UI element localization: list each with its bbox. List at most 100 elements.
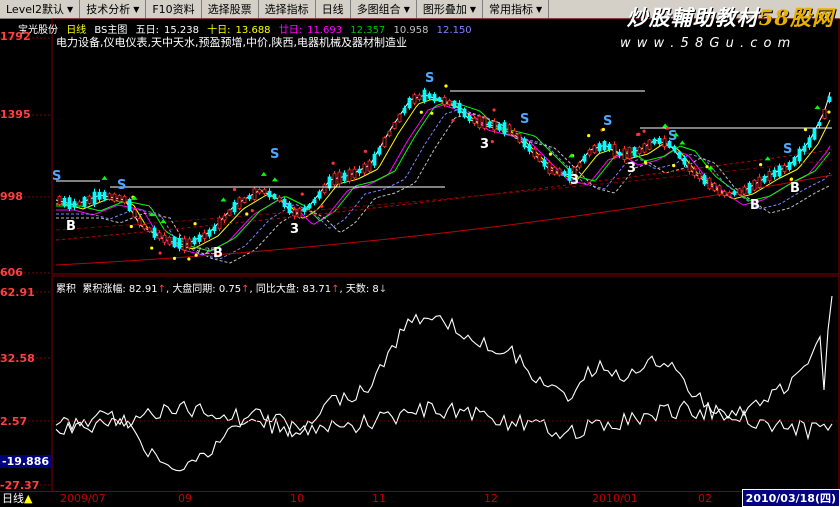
candle-body (172, 236, 177, 248)
gain-value: 82.91 (128, 284, 158, 295)
menu-item[interactable]: 选择指标 (259, 0, 316, 18)
signal-3-marker: 3 (480, 137, 489, 152)
signal-dot (320, 204, 324, 208)
candle-body (97, 191, 102, 200)
menu-item-label: Level2默认 (6, 3, 65, 16)
main-chart[interactable]: SSSSS SSSBBBB33337.25 (0, 18, 840, 507)
candle-body (227, 209, 232, 216)
candle-body (557, 168, 562, 176)
candle-body (322, 184, 327, 194)
watermark: 炒股輔助教材58股网 (627, 2, 834, 32)
sell-signal-marker: S (117, 178, 126, 193)
market-label: 大盘同期: (172, 284, 216, 295)
candle-body (497, 123, 502, 131)
candle-body (202, 232, 207, 239)
candle-body (422, 89, 427, 102)
menu-item[interactable]: Level2默认 ▼ (0, 0, 81, 18)
signal-dot (158, 251, 162, 255)
candle-body (782, 165, 787, 172)
candle-body (207, 229, 212, 237)
candle-body (737, 188, 742, 196)
menu-item[interactable]: F10资料 (146, 0, 202, 18)
candle-body (382, 137, 387, 148)
menu-item[interactable]: 多图组合 ▼ (351, 0, 417, 18)
current-date: 2010/03/18(四) (741, 489, 840, 507)
menu-item[interactable]: 常用指标 ▼ (483, 0, 550, 18)
sell-signal-marker: S (52, 169, 61, 184)
sell-signal-marker: S (270, 147, 279, 162)
candle-body (277, 196, 282, 202)
candle-body (367, 160, 372, 172)
signal-dot (803, 128, 808, 132)
candle-body (437, 97, 442, 102)
buy-signal-marker: B (790, 181, 800, 196)
chevron-down-icon: ▼ (133, 4, 140, 14)
moving-average-line (56, 100, 831, 252)
menu-item[interactable]: 日线 (316, 0, 351, 18)
signal-dot (492, 108, 496, 112)
menu-item[interactable]: 技术分析 ▼ (80, 0, 147, 18)
candle-body (797, 148, 802, 162)
candle-body (652, 138, 657, 144)
candle-body (127, 198, 132, 212)
buy-signal-marker: B (750, 198, 760, 213)
gain-label: 累积涨幅: (82, 284, 126, 295)
candle-body (222, 215, 227, 221)
sell-signal-marker: S (783, 142, 792, 157)
candle-body (822, 109, 827, 119)
time-label: 02 (698, 492, 712, 505)
up-arrow-marker (160, 218, 167, 223)
candle-body (602, 140, 607, 151)
candle-body (562, 171, 567, 176)
candle-body (777, 165, 782, 177)
candle-body (717, 185, 722, 196)
candle-body (752, 179, 757, 191)
candle-body (692, 168, 697, 176)
menu-item-label: 选择指标 (264, 3, 309, 16)
candle-body (162, 234, 167, 243)
menu-item[interactable]: 选择股票 (202, 0, 259, 18)
candle-body (392, 122, 397, 129)
ind-axis-3: 2.57 (0, 415, 28, 428)
candle-body (742, 186, 747, 195)
signal-3-marker: 3 (627, 161, 636, 176)
candle-body (237, 197, 242, 210)
candle-body (187, 238, 192, 249)
candle-body (432, 93, 437, 102)
indicator-title: 累积 (56, 284, 76, 295)
candle-body (732, 191, 737, 195)
signal-dot (548, 152, 553, 156)
candle-body (107, 193, 112, 200)
candle-body (182, 238, 187, 251)
signal-dot (490, 139, 494, 144)
candle-body (447, 100, 452, 106)
signal-dot (129, 224, 133, 229)
candle-body (177, 237, 182, 249)
candle-body (682, 157, 687, 165)
candle-body (622, 148, 627, 160)
candle-body (87, 195, 92, 204)
candle-body (342, 172, 347, 181)
candle-body (197, 234, 202, 242)
menu-item-label: 图形叠加 (422, 3, 467, 16)
days-label: 天数: (345, 284, 370, 295)
up-arrow-marker (220, 197, 227, 202)
candle-body (747, 182, 752, 194)
candle-body (532, 148, 537, 158)
signal-dot (150, 246, 154, 250)
period-indicator[interactable]: 日线▲ (2, 490, 32, 506)
candle-body (522, 138, 527, 148)
candle-body (112, 193, 117, 202)
price-panel-frame (51, 18, 840, 275)
candle-body (757, 176, 762, 188)
candle-body (397, 113, 402, 123)
chevron-down-icon: ▼ (536, 4, 543, 14)
candle-body (152, 227, 157, 238)
candle-body (527, 144, 532, 152)
candle-body (492, 121, 497, 131)
candle-body (702, 175, 707, 185)
candle-body (547, 161, 552, 175)
time-label: 11 (372, 492, 386, 505)
menu-item[interactable]: 图形叠加 ▼ (417, 0, 483, 18)
candle-body (292, 209, 297, 217)
